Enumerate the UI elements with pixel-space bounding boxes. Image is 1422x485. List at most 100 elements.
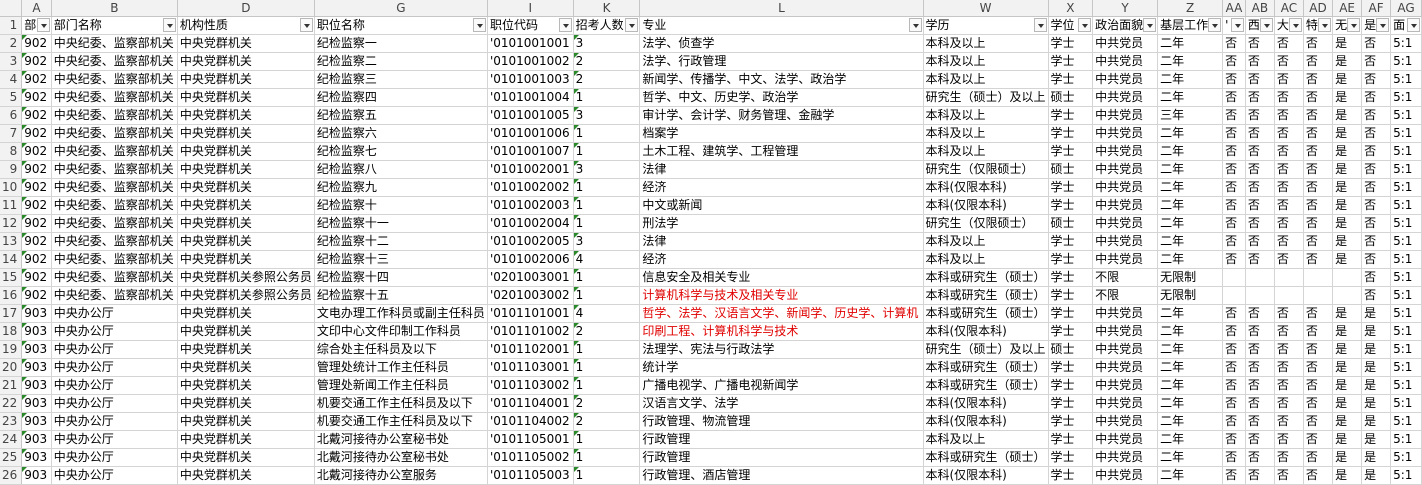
header-cell-k[interactable]: 招考人数: [573, 16, 641, 35]
cell-ad[interactable]: 否: [1303, 160, 1334, 179]
cell-ab[interactable]: 否: [1245, 466, 1275, 485]
cell-ab[interactable]: 否: [1245, 178, 1275, 197]
cell-ac[interactable]: 否: [1274, 106, 1304, 125]
cell-ae[interactable]: 是: [1332, 142, 1363, 161]
cell-ag[interactable]: 5:1: [1390, 376, 1422, 395]
cell-ab[interactable]: 否: [1245, 250, 1275, 269]
column-header-ae[interactable]: AE: [1332, 0, 1363, 17]
cell-g[interactable]: 纪检监察二: [314, 52, 488, 71]
cell-i[interactable]: '0101102001: [487, 340, 574, 359]
cell-g[interactable]: 纪检监察三: [314, 70, 488, 89]
cell-k[interactable]: 1: [573, 430, 641, 449]
cell-ac[interactable]: 否: [1274, 412, 1304, 431]
cell-ac[interactable]: 否: [1274, 160, 1304, 179]
cell-y[interactable]: 中共党员: [1092, 232, 1159, 251]
cell-y[interactable]: 中共党员: [1092, 214, 1159, 233]
cell-ad[interactable]: 否: [1303, 34, 1334, 53]
cell-aa[interactable]: 否: [1222, 304, 1246, 323]
cell-ab[interactable]: 否: [1245, 124, 1275, 143]
cell-af[interactable]: 是: [1361, 340, 1392, 359]
cell-k[interactable]: 1: [573, 340, 641, 359]
cell-aa[interactable]: 否: [1222, 70, 1246, 89]
cell-af[interactable]: 否: [1361, 268, 1392, 287]
cell-aa[interactable]: 否: [1222, 430, 1246, 449]
cell-a[interactable]: 903: [21, 466, 52, 485]
cell-aa[interactable]: 否: [1222, 52, 1246, 71]
cell-aa[interactable]: 否: [1222, 466, 1246, 485]
cell-d[interactable]: 中央党群机关: [177, 214, 315, 233]
cell-ab[interactable]: [1245, 268, 1275, 287]
filter-dropdown-icon[interactable]: [908, 18, 922, 32]
cell-ab[interactable]: 否: [1245, 376, 1275, 395]
cell-b[interactable]: 中央办公厅: [51, 466, 178, 485]
cell-w[interactable]: 本科(仅限本科): [923, 178, 1049, 197]
cell-ag[interactable]: 5:1: [1390, 304, 1422, 323]
cell-d[interactable]: 中央党群机关: [177, 322, 315, 341]
cell-a[interactable]: 903: [21, 304, 52, 323]
cell-aa[interactable]: 否: [1222, 412, 1246, 431]
header-cell-ac[interactable]: 大: [1274, 16, 1304, 35]
cell-y[interactable]: 中共党员: [1092, 466, 1159, 485]
cell-ac[interactable]: 否: [1274, 430, 1304, 449]
cell-w[interactable]: 本科及以上: [923, 34, 1049, 53]
cell-k[interactable]: 3: [573, 232, 641, 251]
header-cell-l[interactable]: 专业: [639, 16, 924, 35]
cell-b[interactable]: 中央纪委、监察部机关: [51, 52, 178, 71]
cell-w[interactable]: 本科或研究生（硕士）: [923, 376, 1049, 395]
cell-a[interactable]: 902: [21, 88, 52, 107]
cell-ag[interactable]: 5:1: [1390, 106, 1422, 125]
cell-a[interactable]: 902: [21, 124, 52, 143]
filter-dropdown-icon[interactable]: [472, 18, 486, 32]
cell-ag[interactable]: 5:1: [1390, 466, 1422, 485]
cell-y[interactable]: 中共党员: [1092, 142, 1159, 161]
cell-af[interactable]: 是: [1361, 448, 1392, 467]
cell-ag[interactable]: 5:1: [1390, 322, 1422, 341]
cell-z[interactable]: 二年: [1157, 142, 1224, 161]
cell-z[interactable]: 二年: [1157, 394, 1224, 413]
cell-g[interactable]: 机要交通工作主任科员及以下: [314, 412, 488, 431]
header-cell-g[interactable]: 职位名称: [314, 16, 488, 35]
cell-x[interactable]: 学士: [1048, 412, 1094, 431]
header-cell-af[interactable]: 是: [1361, 16, 1392, 35]
cell-w[interactable]: 研究生（仅限硕士）: [923, 214, 1049, 233]
filter-dropdown-icon[interactable]: [558, 18, 572, 32]
cell-l[interactable]: 哲学、法学、汉语言文学、新闻学、历史学、计算机: [639, 304, 924, 323]
cell-ab[interactable]: 否: [1245, 304, 1275, 323]
cell-z[interactable]: 二年: [1157, 88, 1224, 107]
cell-i[interactable]: '0101002001: [487, 160, 574, 179]
cell-aa[interactable]: [1222, 268, 1246, 287]
filter-dropdown-icon[interactable]: [1078, 18, 1092, 32]
cell-b[interactable]: 中央办公厅: [51, 430, 178, 449]
cell-ad[interactable]: 否: [1303, 466, 1334, 485]
cell-d[interactable]: 中央党群机关: [177, 106, 315, 125]
cell-d[interactable]: 中央党群机关: [177, 88, 315, 107]
cell-b[interactable]: 中央纪委、监察部机关: [51, 286, 178, 305]
cell-w[interactable]: 本科及以上: [923, 430, 1049, 449]
cell-x[interactable]: 学士: [1048, 232, 1094, 251]
cell-ac[interactable]: 否: [1274, 376, 1304, 395]
cell-x[interactable]: 学士: [1048, 268, 1094, 287]
header-cell-x[interactable]: 学位: [1048, 16, 1094, 35]
cell-i[interactable]: '0101105002: [487, 448, 574, 467]
cell-i[interactable]: '0101001004: [487, 88, 574, 107]
cell-b[interactable]: 中央纪委、监察部机关: [51, 214, 178, 233]
cell-ab[interactable]: 否: [1245, 88, 1275, 107]
cell-ac[interactable]: 否: [1274, 232, 1304, 251]
cell-ac[interactable]: 否: [1274, 322, 1304, 341]
cell-ab[interactable]: 否: [1245, 214, 1275, 233]
cell-ae[interactable]: 是: [1332, 376, 1363, 395]
row-number[interactable]: 12: [0, 214, 23, 233]
cell-aa[interactable]: [1222, 286, 1246, 305]
cell-w[interactable]: 本科及以上: [923, 52, 1049, 71]
filter-dropdown-icon[interactable]: [1347, 18, 1361, 32]
cell-l[interactable]: 印刷工程、计算机科学与技术: [639, 322, 924, 341]
cell-k[interactable]: 1: [573, 268, 641, 287]
cell-ab[interactable]: 否: [1245, 106, 1275, 125]
cell-w[interactable]: 本科(仅限本科): [923, 322, 1049, 341]
header-cell-d[interactable]: 机构性质: [177, 16, 315, 35]
cell-x[interactable]: 学士: [1048, 178, 1094, 197]
column-header-a[interactable]: A: [21, 0, 52, 17]
cell-ab[interactable]: 否: [1245, 394, 1275, 413]
cell-x[interactable]: 硕士: [1048, 214, 1094, 233]
cell-y[interactable]: 不限: [1092, 268, 1159, 287]
